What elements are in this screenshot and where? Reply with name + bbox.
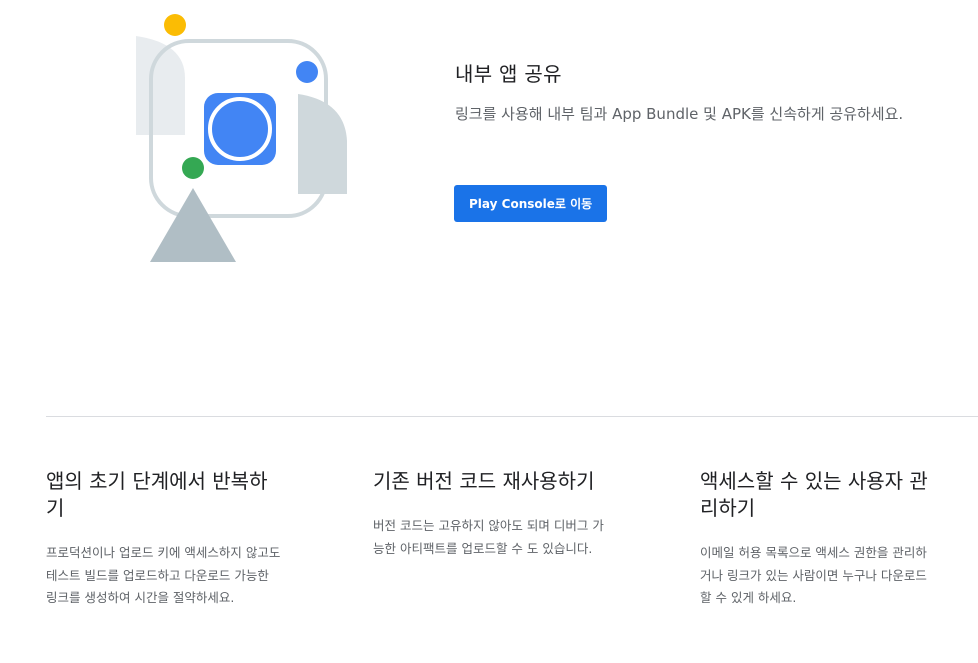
yellow-dot <box>164 14 186 36</box>
triangle-shape <box>150 188 236 262</box>
feature-description: 프로덕션이나 업로드 키에 액세스하지 않고도 테스트 빌드를 업로드하고 다운… <box>46 545 281 605</box>
feature-iterate-early: 앱의 초기 단계에서 반복하기 프로덕션이나 업로드 키에 액세스하지 않고도 … <box>46 468 281 610</box>
hero-title: 내부 앱 공유 <box>455 62 562 86</box>
internal-app-sharing-page: 내부 앱 공유 링크를 사용해 내부 팀과 App Bundle 및 APK를 … <box>0 0 978 663</box>
hero-description: 링크를 사용해 내부 팀과 App Bundle 및 APK를 신속하게 공유하… <box>455 105 904 123</box>
left-arch-shape <box>136 36 185 135</box>
feature-manage-access: 액세스할 수 있는 사용자 관리하기 이메일 허용 목록으로 액세스 권한을 관… <box>700 468 935 610</box>
feature-description: 버전 코드는 고유하지 않아도 되며 디버그 가능한 아티팩트를 업로드할 수 … <box>373 518 604 556</box>
feature-title: 기존 버전 코드 재사용하기 <box>373 469 595 493</box>
right-arch-shape <box>298 94 347 194</box>
feature-reuse-version-codes: 기존 버전 코드 재사용하기 버전 코드는 고유하지 않아도 되며 디버그 가능… <box>373 468 608 560</box>
app-icon-tile <box>204 93 276 165</box>
feature-description: 이메일 허용 목록으로 액세스 권한을 관리하거나 링크가 있는 사람이면 누구… <box>700 545 927 605</box>
section-divider <box>46 416 978 417</box>
app-sharing-illustration <box>130 8 360 270</box>
blue-dot <box>296 61 318 83</box>
feature-title: 앱의 초기 단계에서 반복하기 <box>46 469 268 520</box>
green-dot <box>182 157 204 179</box>
feature-title: 액세스할 수 있는 사용자 관리하기 <box>700 469 928 520</box>
go-to-play-console-button[interactable]: Play Console로 이동 <box>454 185 608 222</box>
